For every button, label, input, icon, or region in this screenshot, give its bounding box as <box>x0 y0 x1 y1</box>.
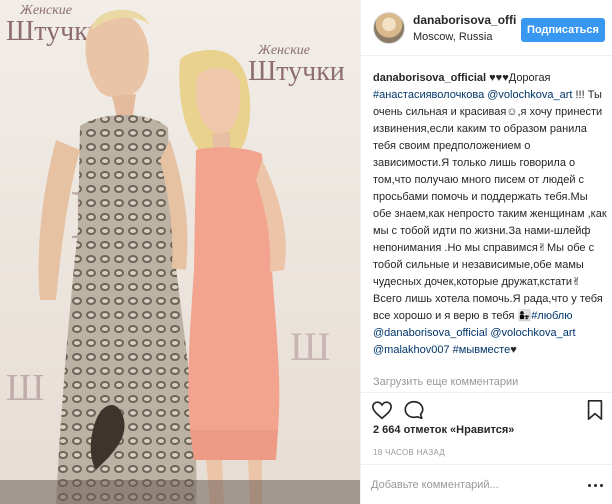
hashtag-link[interactable]: #мывместе <box>453 344 511 356</box>
svg-text:Ш: Ш <box>290 324 330 369</box>
post-photo[interactable]: Женские Штучки Женские Штучки Ш Ш Ш <box>0 0 360 504</box>
likes-count[interactable]: 2 664 отметок «Нравится» <box>373 424 514 436</box>
banner-main-2: Штучки <box>248 56 345 87</box>
follow-button[interactable]: Подписаться <box>521 18 605 42</box>
avatar[interactable] <box>373 12 405 44</box>
post-timestamp[interactable]: 18 ЧАСОВ НАЗАД <box>373 448 445 457</box>
heart-icon[interactable] <box>371 399 393 421</box>
post-caption: danaborisova_official ♥♥♥Дорогая #анаста… <box>373 70 609 359</box>
location-link[interactable]: Moscow, Russia <box>413 31 492 43</box>
hashtag-link[interactable]: #люблю <box>531 310 572 322</box>
instagram-post: Женские Штучки Женские Штучки Ш Ш Ш <box>0 0 612 504</box>
caption-author-link[interactable]: danaborisova_official <box>373 72 486 84</box>
comment-input[interactable] <box>371 475 571 495</box>
username-link[interactable]: danaborisova_offi <box>413 13 516 27</box>
photo-illustration: Женские Штучки Женские Штучки Ш Ш Ш <box>0 0 360 504</box>
mention-link[interactable]: @malakhov007 <box>373 344 450 356</box>
load-more-comments-link[interactable]: Загрузить еще комментарии <box>373 376 518 388</box>
comment-bar <box>361 464 612 504</box>
action-bar <box>361 392 612 428</box>
mention-link[interactable]: @volochkova_art <box>487 89 572 101</box>
caption-text: ♥ <box>510 344 517 356</box>
post-header: danaborisova_offi Moscow, Russia Подписа… <box>361 0 612 56</box>
svg-text:Ш: Ш <box>6 367 44 409</box>
comment-icon[interactable] <box>403 399 425 421</box>
mention-link[interactable]: @volochkova_art <box>490 327 575 339</box>
caption-text: ♥♥♥Дорогая <box>486 72 551 84</box>
more-options-icon[interactable] <box>587 477 605 493</box>
post-sidebar: danaborisova_offi Moscow, Russia Подписа… <box>360 0 612 504</box>
bookmark-icon[interactable] <box>585 399 605 421</box>
mention-link[interactable]: @danaborisova_official <box>373 327 487 339</box>
caption-text: !!! Ты очень сильная и красивая☺,я хочу … <box>373 89 607 322</box>
hashtag-link[interactable]: #анастасияволочкова <box>373 89 484 101</box>
